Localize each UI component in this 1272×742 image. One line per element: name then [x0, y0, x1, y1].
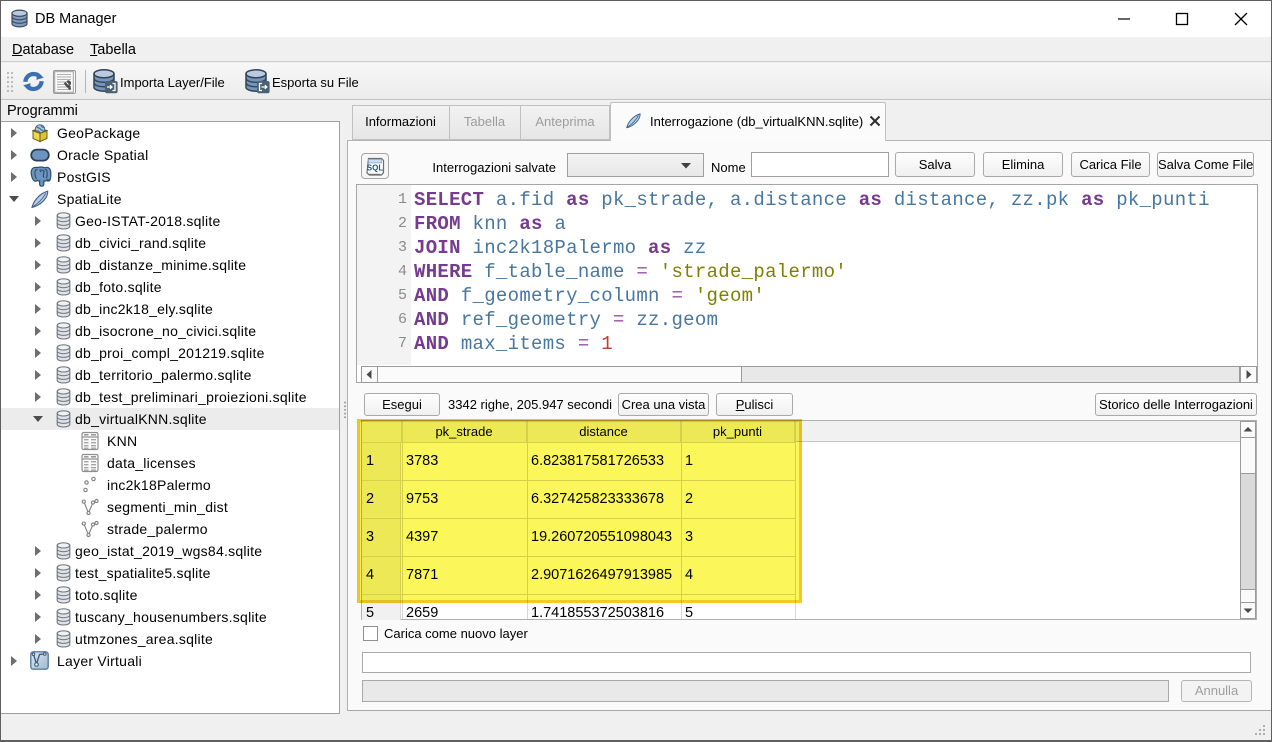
svg-text:SQL: SQL [367, 164, 384, 173]
